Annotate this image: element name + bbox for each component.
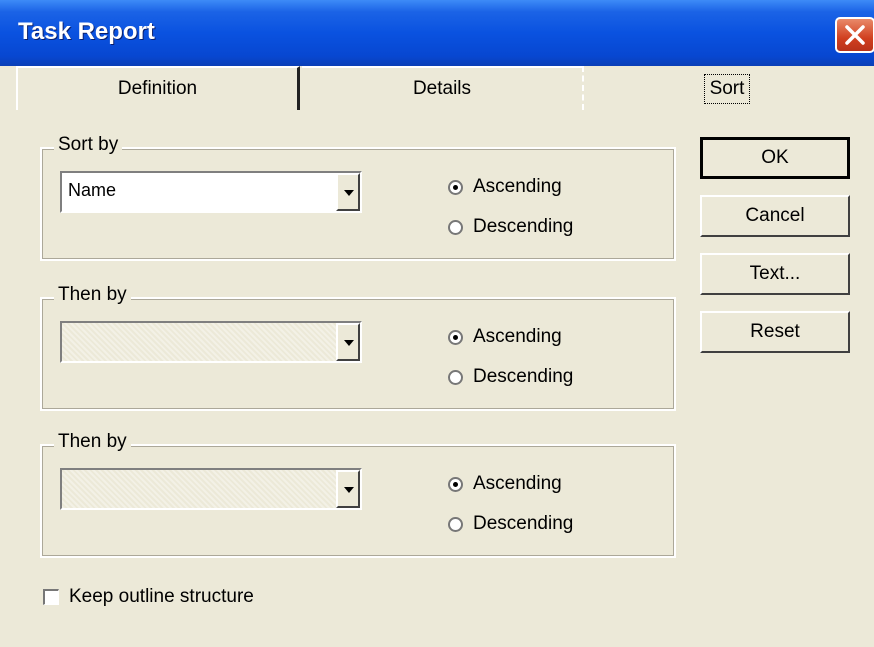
then-by-label-2: Then by (54, 431, 131, 453)
reset-button[interactable]: Reset (700, 311, 850, 353)
radio-checked-icon (448, 179, 463, 195)
sort-by-descending-label: Descending (473, 216, 574, 237)
radio-unchecked-icon (448, 219, 463, 235)
then-by-combo-1[interactable] (60, 321, 362, 363)
radio-checked-icon (448, 329, 463, 345)
radio-unchecked-icon (448, 516, 463, 532)
then-by-1-ascending-label: Ascending (473, 326, 562, 347)
sort-by-group: Sort by Name Ascending Descending (40, 134, 676, 261)
sort-by-ascending-label: Ascending (473, 176, 562, 197)
dropdown-arrow-icon (344, 190, 354, 196)
then-by-2-ascending-radio[interactable]: Ascending (448, 471, 562, 497)
radio-unchecked-icon (448, 369, 463, 385)
sort-by-descending-radio[interactable]: Descending (448, 214, 573, 240)
close-button[interactable] (835, 17, 874, 53)
keep-outline-structure-label: Keep outline structure (69, 586, 254, 607)
then-by-1-ascending-radio[interactable]: Ascending (448, 324, 562, 350)
radio-checked-icon (448, 476, 463, 492)
then-by-2-descending-radio[interactable]: Descending (448, 511, 573, 537)
tab-sort[interactable]: Sort (704, 74, 750, 104)
then-by-1-descending-radio[interactable]: Descending (448, 364, 573, 390)
then-by-2-dropdown-button[interactable] (336, 470, 360, 508)
sort-by-combo[interactable]: Name (60, 171, 362, 213)
tab-definition[interactable]: Definition (16, 66, 300, 110)
sort-by-combo-value: Name (68, 180, 117, 200)
then-by-1-descending-label: Descending (473, 366, 574, 387)
then-by-label-1: Then by (54, 284, 131, 306)
text-button[interactable]: Text... (700, 253, 850, 295)
sort-by-label: Sort by (54, 134, 123, 156)
tab-details[interactable]: Details (302, 66, 584, 110)
then-by-group-2: Then by Ascending Descending (40, 431, 676, 558)
then-by-1-dropdown-button[interactable] (336, 323, 360, 361)
task-report-dialog: Task Report Definition Details Sort Sort… (0, 0, 874, 647)
window-title: Task Report (18, 18, 155, 45)
then-by-2-descending-label: Descending (473, 513, 574, 534)
dropdown-arrow-icon (344, 487, 354, 493)
close-icon (845, 25, 865, 45)
sort-by-dropdown-button[interactable] (336, 173, 360, 211)
then-by-2-ascending-label: Ascending (473, 473, 562, 494)
dropdown-arrow-icon (344, 340, 354, 346)
title-bar[interactable]: Task Report (0, 0, 874, 66)
checkbox-unchecked-icon (43, 589, 59, 605)
keep-outline-structure-checkbox[interactable]: Keep outline structure (43, 586, 254, 608)
then-by-group-1: Then by Ascending Descending (40, 284, 676, 411)
sort-by-ascending-radio[interactable]: Ascending (448, 174, 562, 200)
then-by-combo-2[interactable] (60, 468, 362, 510)
ok-button[interactable]: OK (700, 137, 850, 179)
cancel-button[interactable]: Cancel (700, 195, 850, 237)
